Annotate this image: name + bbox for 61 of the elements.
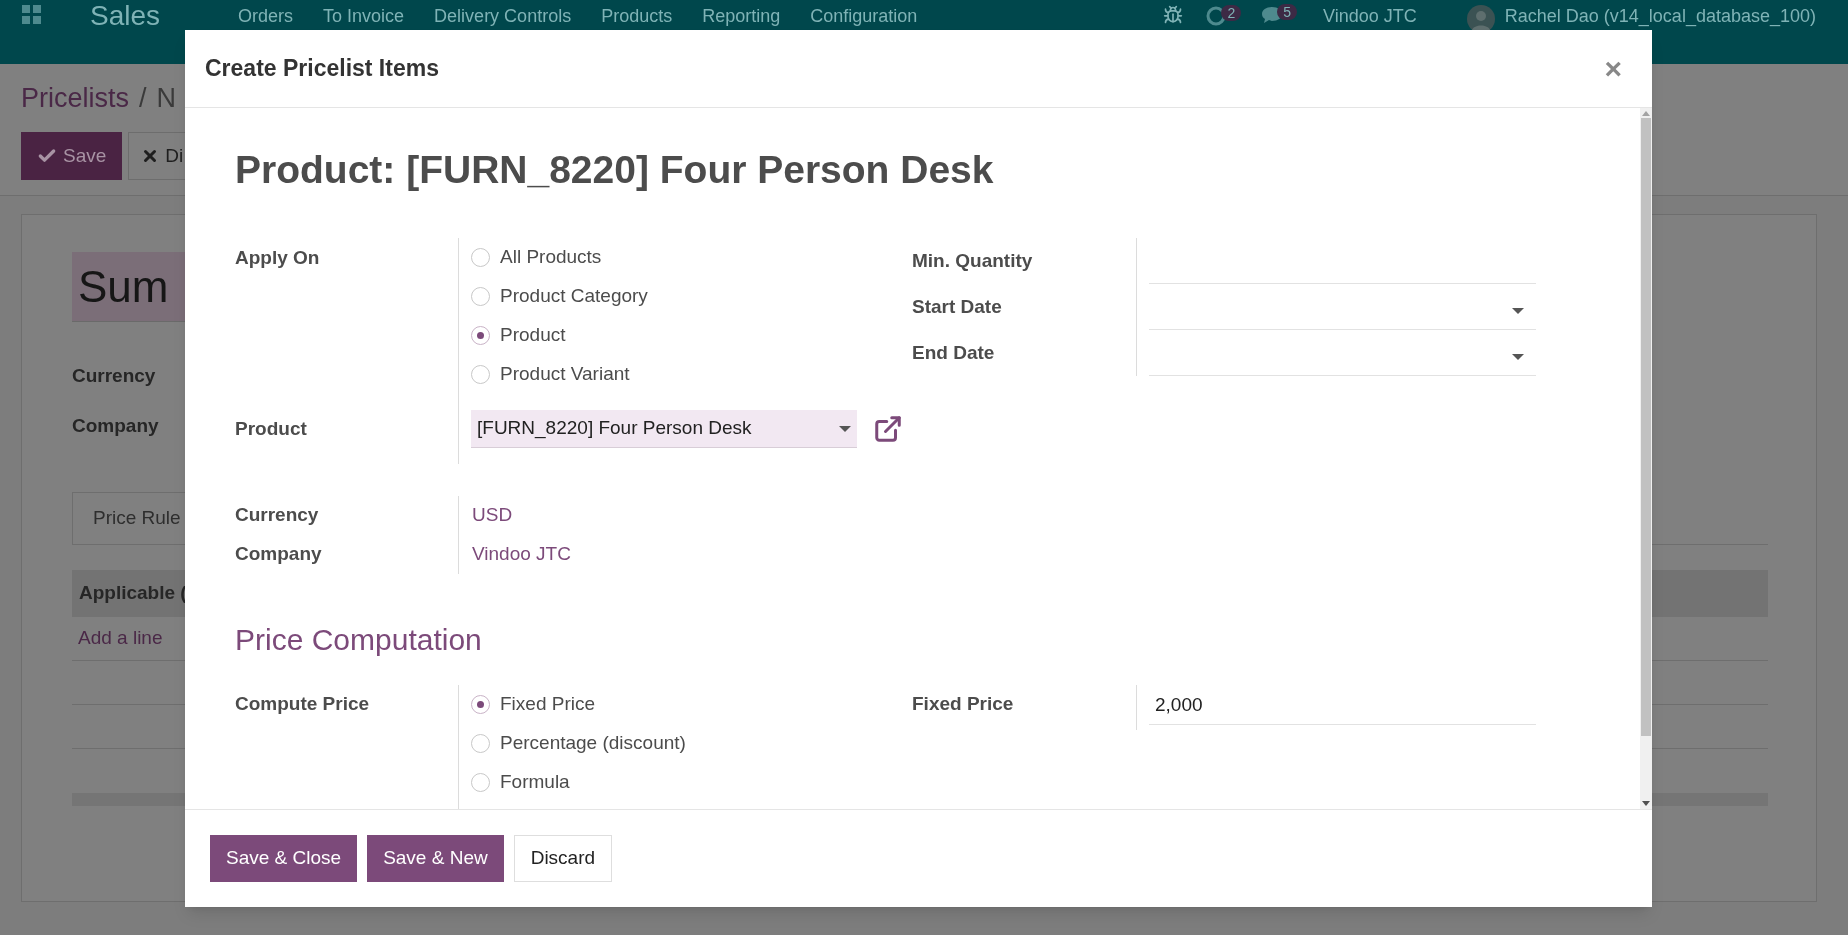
field-label: Company [72,414,159,438]
breadcrumb-current: N [156,81,177,115]
field-label: Product [235,416,307,441]
field-label: Currency [72,364,156,388]
external-link-icon[interactable] [873,414,903,444]
radio-label: Product Variant [500,362,630,387]
radio-label: Product [500,323,566,348]
menu-item[interactable]: Delivery Controls [434,5,572,27]
section-title: Price Computation [235,622,483,658]
menu-item[interactable]: Configuration [810,5,918,27]
radio-label: Formula [500,770,570,795]
field-label: Apply On [235,247,320,268]
primary-button[interactable]: Save & New [367,835,504,882]
caret-icon [839,425,851,432]
menu-item[interactable]: Orders [238,5,294,27]
radio-button[interactable] [471,695,490,714]
name-field[interactable]: Sum [72,252,185,322]
field-label: Compute Price [235,692,370,717]
field-label: Company [235,542,322,567]
record-heading: Product: [FURN_8220] Four Person Desk [235,147,995,193]
notification-badge: 5 [1277,4,1298,20]
add-line-link[interactable]: Add a line [78,624,163,653]
radio-label: Product Category [500,284,648,309]
bug-icon[interactable] [1163,5,1184,25]
dialog-title: Create Pricelist Items [205,54,439,84]
scrollbar[interactable] [1640,108,1652,809]
radio-button[interactable] [471,773,490,792]
breadcrumb-separator: / [139,81,147,115]
caret-icon [1512,353,1524,360]
radio-button[interactable] [471,365,490,384]
select-value: [FURN_8220] Four Person Desk [477,416,753,441]
product-select[interactable]: [FURN_8220] Four Person Desk [471,410,857,448]
radio-label: All Products [500,245,602,270]
menu-item[interactable]: Products [601,5,673,27]
radio-button[interactable] [471,287,490,306]
field-link[interactable]: Vindoo JTC [472,540,571,569]
caret-icon [1512,307,1524,314]
menu-item[interactable]: Reporting [702,5,781,27]
notification-badge: 2 [1221,5,1242,21]
user-menu[interactable]: Rachel Dao (v14_local_database_100) [1504,5,1816,27]
field-label: Min. Quantity [912,248,1033,273]
radio-label: Fixed Price [500,692,596,717]
radio-button[interactable] [471,248,490,267]
close-button[interactable]: × [1604,46,1632,91]
save-button[interactable]: Save [21,132,123,180]
company-switcher[interactable]: Vindoo JTC [1323,5,1417,27]
secondary-button[interactable]: Discard [513,835,613,882]
field-label: Fixed Price [912,692,1014,717]
radio-label: Percentage (discount) [500,731,686,756]
apps-grid-icon[interactable] [22,5,42,25]
app-name: Sales [90,5,161,27]
field-label: Start Date [912,294,1002,319]
radio-button[interactable] [471,734,490,753]
radio-button[interactable] [471,326,490,345]
input-field[interactable]: 2,000 [1149,687,1536,725]
primary-button[interactable]: Save & Close [210,835,358,882]
menu-item[interactable]: To Invoice [323,5,405,27]
field-label: Currency [235,503,319,528]
breadcrumb-link[interactable]: Pricelists [21,77,129,119]
field-label: End Date [912,340,995,365]
field-link[interactable]: USD [472,501,513,530]
